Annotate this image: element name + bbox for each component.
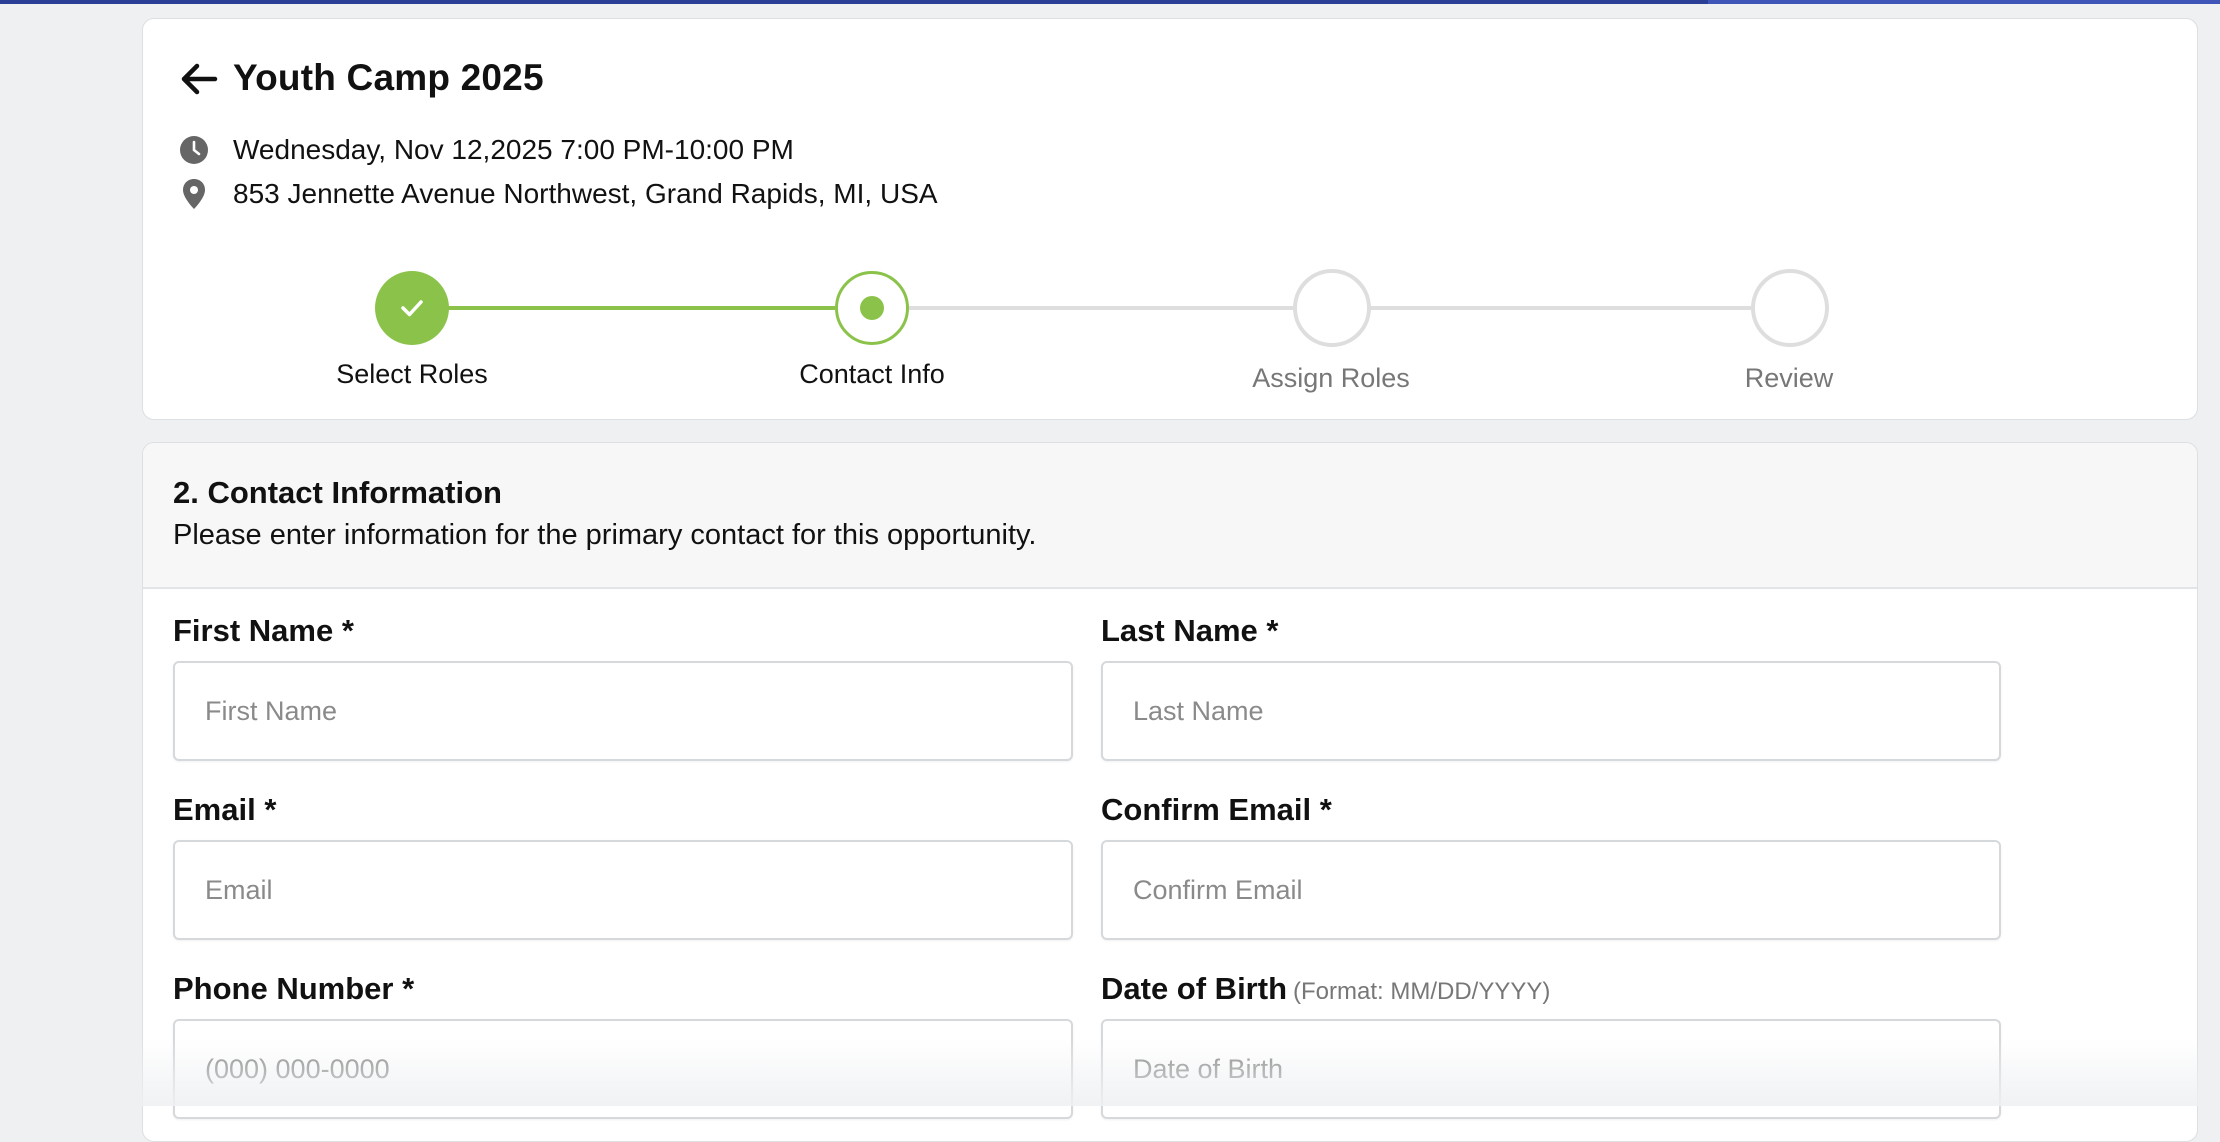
back-button[interactable] bbox=[179, 59, 219, 99]
step-label-assign-roles: Assign Roles bbox=[1252, 363, 1410, 393]
last-name-label: Last Name * bbox=[1101, 613, 1279, 648]
step-assign-roles-circle[interactable] bbox=[1293, 269, 1371, 347]
stepper-line-pending bbox=[1367, 306, 1751, 310]
confirm-email-label: Confirm Email * bbox=[1101, 792, 1332, 827]
map-pin-icon bbox=[179, 179, 209, 209]
top-progress-bar bbox=[0, 0, 2220, 4]
contact-information-card: 2. Contact Information Please enter info… bbox=[142, 442, 2198, 1142]
phone-number-label: Phone Number * bbox=[173, 971, 415, 1006]
form-subtitle: Please enter information for the primary… bbox=[173, 519, 1037, 551]
phone-number-input[interactable] bbox=[173, 1019, 1073, 1119]
event-datetime-row: Wednesday, Nov 12,2025 7:00 PM-10:00 PM bbox=[179, 133, 794, 167]
event-title: Youth Camp 2025 bbox=[233, 57, 544, 98]
event-location-row: 853 Jennette Avenue Northwest, Grand Rap… bbox=[179, 177, 938, 211]
last-name-input[interactable] bbox=[1101, 661, 2001, 761]
registration-stepper: Select Roles Contact Info Assign Roles R… bbox=[143, 251, 2197, 401]
active-step-dot bbox=[860, 296, 884, 320]
step-select-roles-circle[interactable] bbox=[375, 271, 449, 345]
form-title: 2. Contact Information bbox=[173, 475, 502, 510]
arrow-left-icon bbox=[181, 63, 218, 95]
date-of-birth-format-hint: (Format: MM/DD/YYYY) bbox=[1293, 978, 1551, 1005]
step-label-contact-info: Contact Info bbox=[799, 359, 945, 389]
check-icon bbox=[401, 300, 423, 317]
date-of-birth-label-text: Date of Birth bbox=[1101, 971, 1287, 1006]
confirm-email-input[interactable] bbox=[1101, 840, 2001, 940]
top-progress-bar-remainder bbox=[1708, 0, 2220, 4]
form-header: 2. Contact Information Please enter info… bbox=[143, 443, 2197, 589]
event-location: 853 Jennette Avenue Northwest, Grand Rap… bbox=[233, 178, 938, 209]
stepper-line-pending bbox=[909, 306, 1293, 310]
step-review-circle[interactable] bbox=[1751, 269, 1829, 347]
date-of-birth-input[interactable] bbox=[1101, 1019, 2001, 1119]
email-input[interactable] bbox=[173, 840, 1073, 940]
email-label: Email * bbox=[173, 792, 277, 827]
first-name-label: First Name * bbox=[173, 613, 354, 648]
first-name-input[interactable] bbox=[173, 661, 1073, 761]
clock-icon bbox=[179, 135, 209, 165]
step-contact-info-circle[interactable] bbox=[835, 271, 909, 345]
event-summary-card: Youth Camp 2025 Wednesday, Nov 12,2025 7… bbox=[142, 18, 2198, 420]
step-label-review: Review bbox=[1744, 363, 1834, 393]
date-of-birth-label: Date of Birth (Format: MM/DD/YYYY) bbox=[1101, 971, 1550, 1007]
step-label-select-roles: Select Roles bbox=[336, 359, 488, 389]
event-datetime: Wednesday, Nov 12,2025 7:00 PM-10:00 PM bbox=[233, 134, 794, 165]
stepper-line-completed bbox=[411, 306, 835, 310]
